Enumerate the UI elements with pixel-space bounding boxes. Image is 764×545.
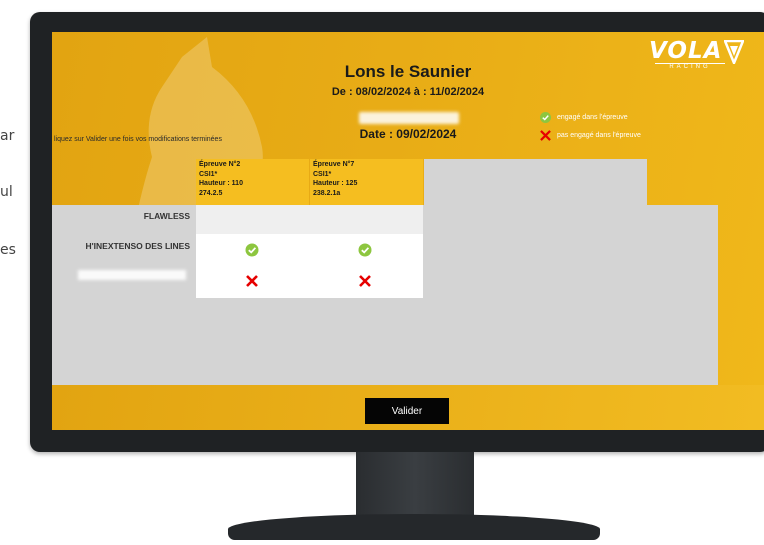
blurred-horse-name [78,270,186,280]
monitor-stand-base [228,514,600,540]
check-icon[interactable] [358,243,372,257]
cross-icon[interactable] [358,274,372,288]
event-class: CSI1* [313,170,332,178]
empty-header-area [424,159,647,205]
logo-shield-icon [724,40,744,64]
instruction-text: liquez sur Valider une fois vos modifica… [54,136,222,143]
event-number: Épreuve N°2 [199,161,241,168]
check-icon[interactable] [245,243,259,257]
cross-icon[interactable] [245,274,259,288]
event-class: CSI1* [199,170,218,178]
legend-item-engaged: engagé dans l'épreuve [539,108,641,126]
side-text-fragment: ar [0,128,15,144]
event-columns-header: Épreuve N°2 CSI1* Hauteur : 110 274.2.5 … [196,159,423,205]
check-icon [539,111,551,123]
event-height: Hauteur : 125 [313,180,358,187]
table-row [196,205,423,234]
cross-icon [539,129,551,141]
legend-label: pas engagé dans l'épreuve [557,131,641,139]
monitor-stand-neck [356,452,474,522]
legend-item-not-engaged: pas engagé dans l'épreuve [539,126,641,144]
side-text-fragment: ul [0,184,13,200]
page-title: Lons le Saunier [344,62,472,81]
event-code: 238.2.1a [313,189,341,197]
submit-button[interactable]: Valider [365,398,449,424]
event-height: Hauteur : 110 [199,180,243,187]
event-number: Épreuve N°7 [313,161,355,168]
event-column-header: Épreuve N°2 CSI1* Hauteur : 110 274.2.5 [196,159,309,205]
logo-brand-text: VOLA [649,38,723,64]
event-column-header: Épreuve N°7 CSI1* Hauteur : 125 238.2.1a [310,159,423,205]
legend-label: engagé dans l'épreuve [557,113,628,121]
event-date-range: De : 08/02/2024 à : 11/02/2024 [331,86,485,98]
horse-name-label: FLAWLESS [143,211,190,221]
event-code: 274.2.5 [199,189,223,197]
horse-name-label: H'INEXTENSO DES LINES [85,241,190,251]
blurred-text [359,112,459,124]
app-screen: VOLA RACING Lons le Saunier De : 08/02/2… [52,32,764,430]
legend: engagé dans l'épreuve pas engagé dans l'… [539,108,641,144]
side-text-fragment: es [0,242,16,258]
